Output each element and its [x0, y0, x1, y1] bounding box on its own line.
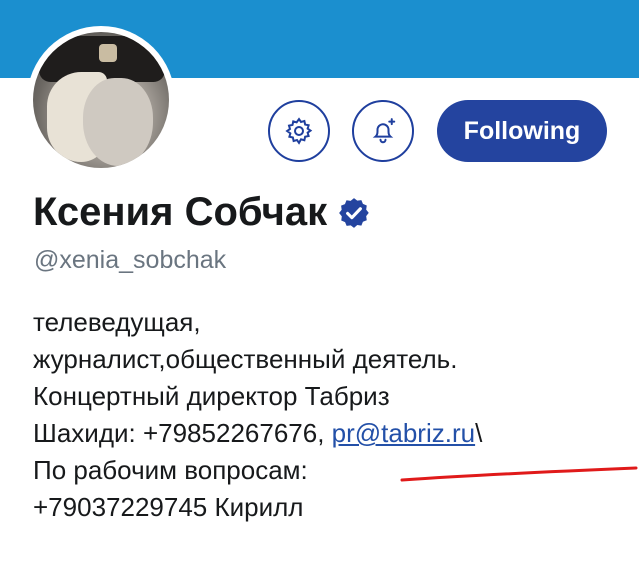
bell-plus-icon: [372, 118, 396, 144]
following-button[interactable]: Following: [437, 100, 607, 162]
profile-bio: телеведущая, журналист,общественный деят…: [33, 304, 633, 526]
bio-email-link[interactable]: pr@tabriz.ru: [332, 418, 475, 448]
profile-name-text: Ксения Собчак: [33, 190, 328, 234]
bio-line: Концертный директор Табриз: [33, 381, 390, 411]
bio-line: журналист,общественный деятель.: [33, 344, 458, 374]
profile-name: Ксения Собчак: [33, 190, 371, 235]
bio-phone-text: Шахиди: +79852267676,: [33, 418, 332, 448]
gear-icon: [285, 117, 313, 145]
bio-line: +79037229745 Кирилл: [33, 492, 304, 522]
avatar[interactable]: [27, 26, 175, 174]
bio-line: Шахиди: +79852267676, pr@tabriz.ru\: [33, 415, 633, 452]
red-underline-annotation: [400, 466, 638, 482]
avatar-photo: [33, 32, 169, 168]
bio-trailing-char: \: [475, 418, 483, 448]
notifications-button[interactable]: [352, 100, 414, 162]
profile-handle: @xenia_sobchak: [34, 246, 227, 274]
bio-line: телеведущая,: [33, 307, 201, 337]
settings-button[interactable]: [268, 100, 330, 162]
verified-badge-icon: [339, 197, 369, 228]
